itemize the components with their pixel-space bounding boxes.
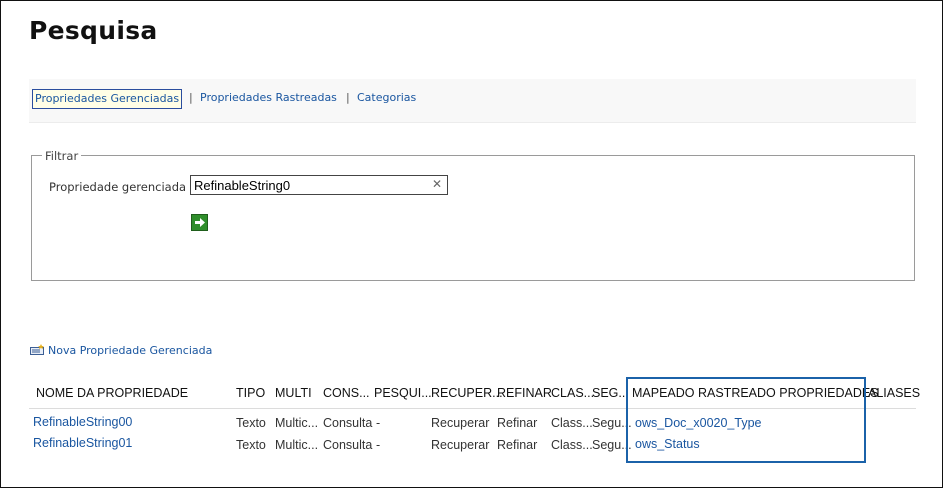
tab-propriedades-gerenciadas[interactable]: Propriedades Gerenciadas	[32, 89, 183, 109]
cell-tipo: Texto	[236, 438, 266, 452]
cell-classificar: Class...	[551, 416, 593, 430]
arrow-right-icon-glyph	[195, 218, 205, 227]
tab-separator: |	[189, 91, 193, 104]
page-title: Pesquisa	[29, 16, 158, 45]
managed-property-input-value: RefinableString0	[194, 178, 291, 193]
managed-property-input[interactable]: RefinableString0 ✕	[190, 175, 448, 195]
cell-recuperar: Recuperar	[431, 438, 490, 452]
column-header-nome[interactable]: NOME DA PROPRIEDADE	[36, 386, 188, 400]
tab-categorias[interactable]: Categorias	[357, 91, 416, 104]
filter-panel	[31, 155, 915, 281]
property-name-link[interactable]: RefinableString01	[33, 436, 132, 450]
column-header-multi[interactable]: MULTI	[275, 386, 312, 400]
managed-property-label: Propriedade gerenciada	[49, 180, 187, 194]
cell-refinar: Refinar	[497, 416, 538, 430]
cell-tipo: Texto	[236, 416, 266, 430]
cell-refinar: Refinar	[497, 438, 538, 452]
tab-separator: |	[346, 91, 350, 104]
column-header-refinar[interactable]: REFINAR	[497, 386, 552, 400]
property-name-link[interactable]: RefinableString00	[33, 415, 132, 429]
arrow-right-icon[interactable]	[191, 214, 208, 231]
column-header-classificar[interactable]: CLAS...	[551, 386, 594, 400]
tab-bar: Propriedades Gerenciadas | Propriedades …	[29, 79, 916, 123]
column-header-consulta[interactable]: CONS...	[323, 386, 370, 400]
cell-multi: Multic...	[275, 438, 319, 452]
cell-multi: Multic...	[275, 416, 319, 430]
column-header-aliases[interactable]: ALIASES	[868, 386, 920, 400]
column-header-seguro[interactable]: SEG...	[592, 386, 629, 400]
new-item-icon	[30, 344, 44, 355]
cell-pesquisa: -	[376, 438, 381, 452]
mapped-properties-highlight	[626, 377, 866, 463]
close-icon[interactable]: ✕	[432, 177, 442, 191]
cell-consulta: Consulta	[323, 438, 373, 452]
tab-propriedades-rastreadas[interactable]: Propriedades Rastreadas	[200, 91, 337, 104]
column-header-tipo[interactable]: TIPO	[236, 386, 265, 400]
cell-pesquisa: -	[376, 416, 381, 430]
cell-consulta: Consulta	[323, 416, 373, 430]
cell-recuperar: Recuperar	[431, 416, 490, 430]
column-header-pesquisa[interactable]: PESQUI...	[374, 386, 432, 400]
filter-legend: Filtrar	[42, 149, 82, 163]
cell-classificar: Class...	[551, 438, 593, 452]
new-managed-property-label: Nova Propriedade Gerenciada	[48, 344, 213, 357]
column-header-recuperar[interactable]: RECUPER...	[431, 386, 503, 400]
